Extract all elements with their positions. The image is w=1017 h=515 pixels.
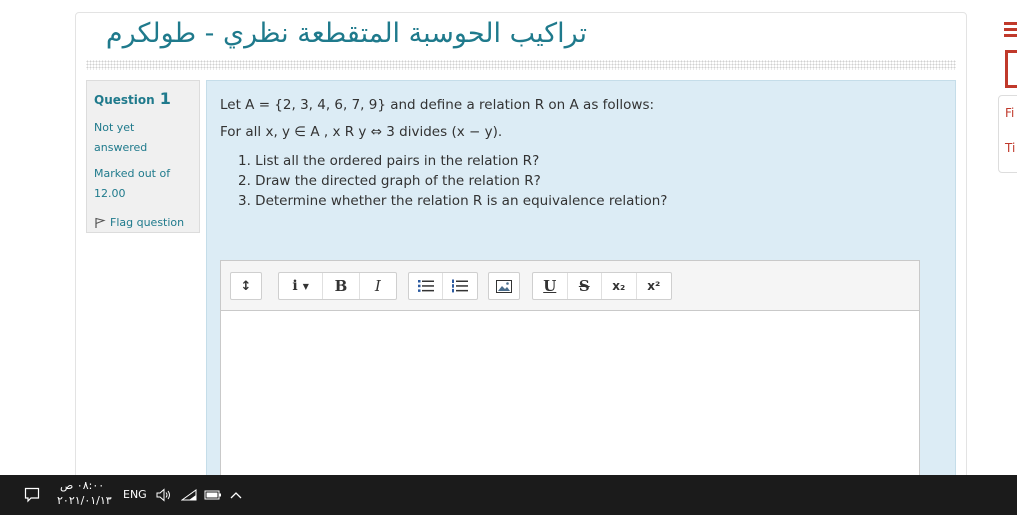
clock-date[interactable]: ٢٠٢١/٠١/١٣ — [57, 494, 112, 507]
question-status: Not yet answered — [94, 118, 192, 158]
collapse-icon: ↕ — [240, 278, 252, 294]
language-indicator[interactable]: ENG — [123, 488, 147, 501]
insert-image-button[interactable] — [488, 272, 520, 300]
page-title: تراكيب الحوسبة المتقطعة نظري - طولكرم — [105, 18, 587, 49]
underline-button[interactable]: U — [533, 273, 568, 299]
taskbar: ٠٨:٠٠ ص ٢٠٢١/٠١/١٣ ENG — [0, 475, 1017, 515]
question-heading: Question 1 — [94, 89, 192, 108]
sidebar-text-2: Ti — [1005, 141, 1016, 155]
title-divider — [86, 60, 956, 70]
paragraph-style-button[interactable]: i ▼ — [279, 273, 324, 299]
sidebar-toggle-box[interactable] — [1005, 50, 1017, 88]
list-item: 2. Draw the directed graph of the relati… — [238, 173, 541, 189]
marks-line-1: Marked out of — [94, 167, 171, 180]
question-list: 1. List all the ordered pairs in the rel… — [238, 151, 667, 211]
flag-icon — [95, 217, 106, 228]
numbered-list-icon — [452, 279, 468, 293]
unordered-list-button[interactable] — [409, 273, 444, 299]
list-item: 1. List all the ordered pairs in the rel… — [238, 153, 540, 169]
page: تراكيب الحوسبة المتقطعة نظري - طولكرم Qu… — [0, 0, 1017, 515]
flag-question-link[interactable]: Flag question — [94, 216, 192, 229]
sidebar-text-1: Fi — [1005, 106, 1015, 120]
answer-editor: ↕ i ▼ B I U S x₂ x² — [220, 260, 920, 480]
italic-button[interactable]: I — [360, 273, 396, 299]
text-format-group: i ▼ B I — [278, 272, 397, 300]
wifi-icon[interactable] — [181, 489, 197, 501]
question-label: Question — [94, 93, 155, 107]
question-marks: Marked out of 12.00 — [94, 164, 192, 204]
list-group — [408, 272, 478, 300]
status-line-1: Not yet — [94, 121, 135, 134]
flag-question-label: Flag question — [110, 216, 185, 229]
question-text-line-2: For all x, y ∈ A , x R y ⇔ 3 divides (x … — [220, 124, 503, 140]
editor-toolbar: ↕ i ▼ B I U S x₂ x² — [221, 261, 919, 311]
chevron-down-icon: ▼ — [302, 281, 309, 291]
marks-line-2: 12.00 — [94, 187, 126, 200]
ordered-list-button[interactable] — [443, 273, 477, 299]
info-icon: i — [292, 278, 298, 294]
chevron-up-icon[interactable] — [230, 490, 242, 500]
clock-time[interactable]: ٠٨:٠٠ ص — [60, 479, 104, 492]
question-text-line-1: Let A = {2, 3, 4, 6, 7, 9} and define a … — [220, 97, 655, 113]
subscript-button[interactable]: x₂ — [602, 273, 637, 299]
notification-icon[interactable] — [24, 487, 40, 503]
list-item: 3. Determine whether the relation R is a… — [238, 193, 668, 209]
image-icon — [496, 279, 512, 293]
speaker-icon[interactable] — [156, 488, 172, 502]
question-number: 1 — [159, 89, 171, 108]
menu-icon[interactable] — [1004, 22, 1017, 38]
question-info-panel: Question 1 Not yet answered Marked out o… — [86, 80, 200, 233]
script-format-group: U S x₂ x² — [532, 272, 672, 300]
bold-button[interactable]: B — [323, 273, 360, 299]
bullet-list-icon — [417, 280, 434, 292]
superscript-button[interactable]: x² — [637, 273, 671, 299]
status-line-2: answered — [94, 141, 148, 154]
toolbar-collapse-button[interactable]: ↕ — [230, 272, 262, 300]
strikethrough-button[interactable]: S — [568, 273, 602, 299]
battery-icon[interactable] — [204, 489, 222, 501]
editor-text-area[interactable] — [221, 312, 919, 480]
